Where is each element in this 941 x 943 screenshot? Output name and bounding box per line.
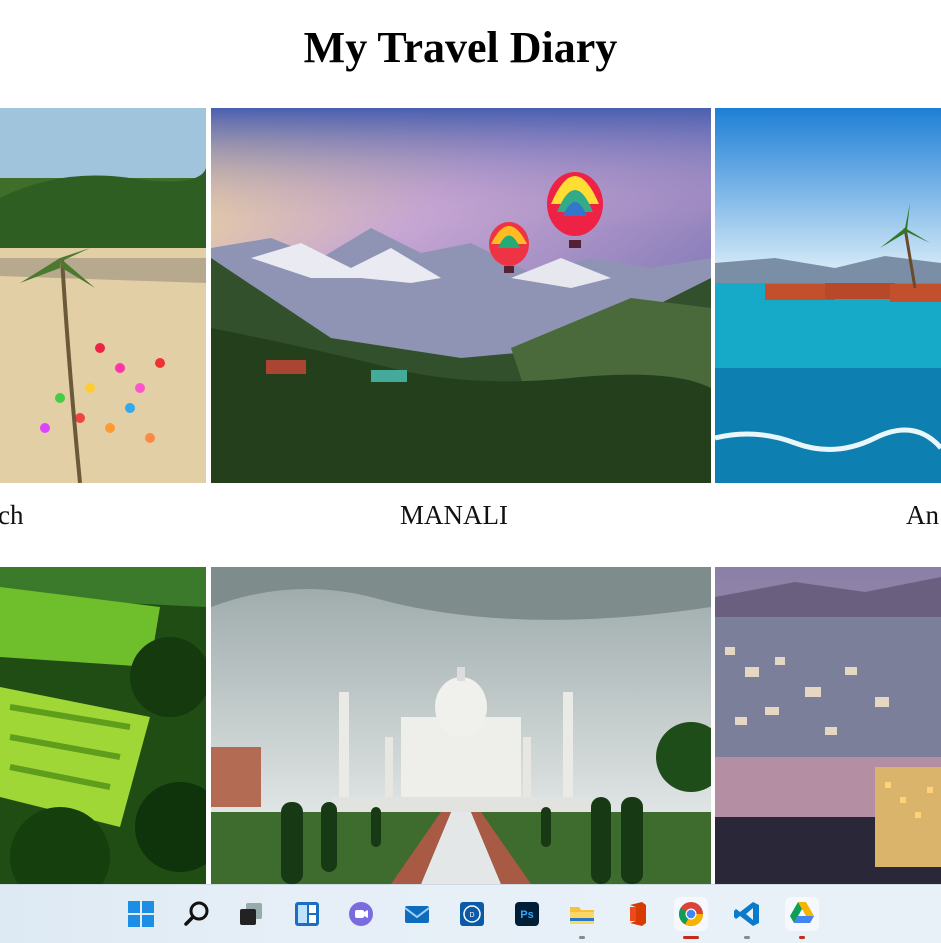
chrome-icon[interactable] — [674, 897, 708, 939]
caption-beach: ch — [0, 500, 24, 530]
page-title: My Travel Diary — [303, 23, 618, 72]
photo-andaman[interactable] — [715, 108, 941, 483]
task-view-icon[interactable] — [234, 897, 268, 931]
start-icon[interactable] — [124, 897, 158, 931]
photo-beach[interactable] — [0, 108, 206, 483]
file-explorer-icon[interactable] — [565, 897, 599, 939]
photoshop-icon[interactable]: Ps — [510, 897, 544, 931]
caption-andaman: An — [906, 500, 939, 530]
photo-hills[interactable] — [0, 567, 206, 884]
mail-icon[interactable] — [400, 897, 434, 931]
svg-text:D: D — [469, 912, 474, 919]
photo-taj-mahal[interactable] — [211, 567, 711, 884]
widgets-icon[interactable] — [290, 897, 324, 931]
svg-text:Ps: Ps — [520, 909, 533, 921]
search-icon[interactable] — [180, 897, 214, 931]
office-icon[interactable] — [620, 897, 654, 931]
teams-chat-icon[interactable] — [344, 897, 378, 931]
taskbar: D Ps — [0, 884, 941, 943]
google-drive-icon[interactable] — [785, 897, 819, 939]
photo-city-lake[interactable] — [715, 567, 941, 884]
dell-icon[interactable]: D — [455, 897, 489, 931]
vscode-icon[interactable] — [730, 897, 764, 939]
photo-manali[interactable] — [211, 108, 711, 483]
caption-manali: MANALI — [400, 500, 508, 530]
